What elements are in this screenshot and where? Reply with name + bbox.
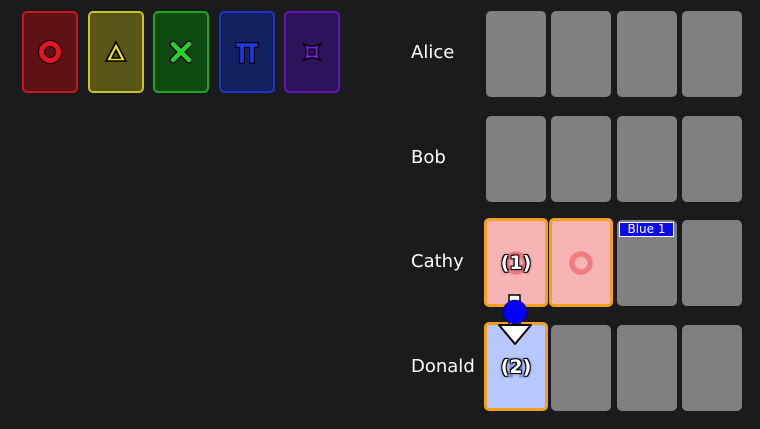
card-order-number: (2) [500,355,532,378]
suit-card-purple[interactable] [284,11,340,93]
alice-card-1[interactable] [486,11,546,97]
clue-arrow-icon [498,294,532,345]
bob-card-4[interactable] [682,116,742,202]
card-note-badge: Blue 1 [619,222,674,237]
player-name-bob: Bob [411,147,446,168]
player-name-cathy: Cathy [411,251,464,272]
alice-card-4[interactable] [682,11,742,97]
suit-card-red[interactable] [22,11,78,93]
bob-card-3[interactable] [617,116,677,202]
blue-pi-icon [235,42,259,64]
cathy-card-2[interactable] [549,218,613,307]
green-x-icon [169,40,193,64]
alice-card-3[interactable] [617,11,677,97]
suit-card-blue[interactable] [219,11,275,93]
card-order-number: (1) [500,251,532,274]
bob-card-1[interactable] [486,116,546,202]
donald-card-3[interactable] [617,325,677,411]
donald-card-2[interactable] [551,325,611,411]
bob-card-2[interactable] [551,116,611,202]
donald-card-4[interactable] [682,325,742,411]
purple-square-icon [302,42,322,62]
red-ring-icon [38,40,62,64]
yellow-triangle-icon [104,40,128,62]
suit-card-yellow[interactable] [88,11,144,93]
cathy-card-4[interactable] [682,220,742,306]
player-name-alice: Alice [411,42,455,63]
red-ring-icon [569,250,593,275]
suit-card-green[interactable] [153,11,209,93]
alice-card-2[interactable] [551,11,611,97]
player-name-donald: Donald [411,356,475,377]
